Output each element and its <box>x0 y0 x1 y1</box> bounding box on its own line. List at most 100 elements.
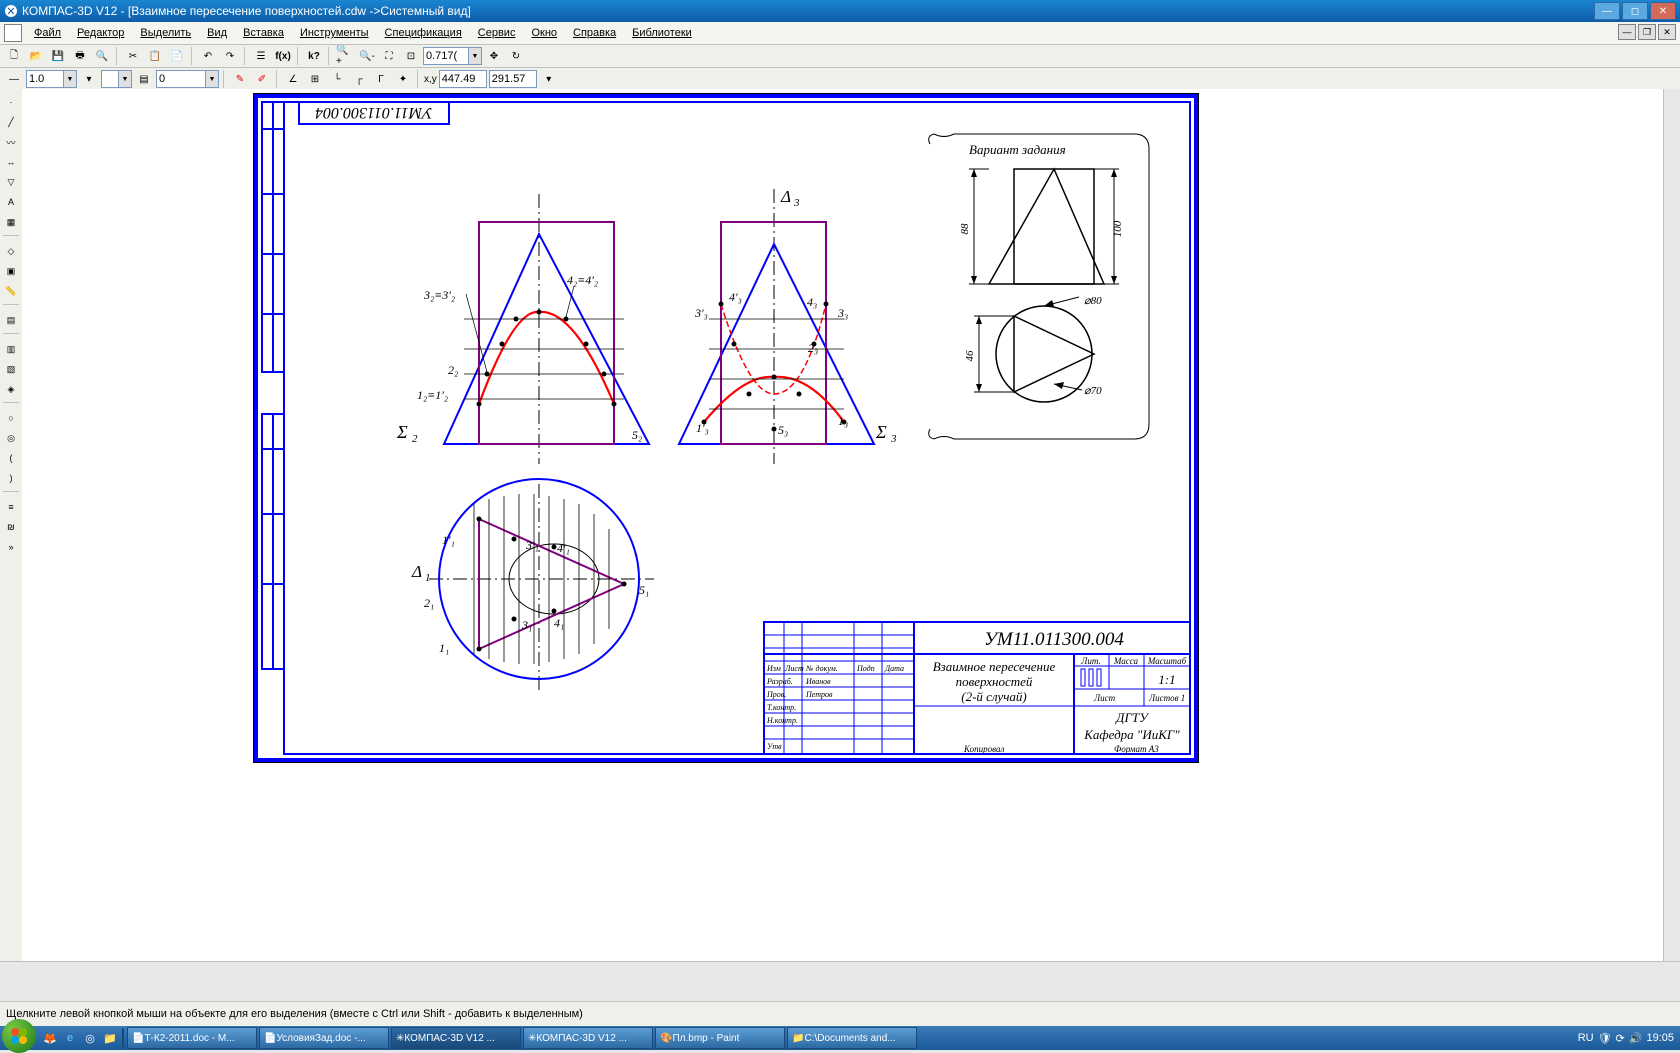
svg-text:3'₁: 3'₁ <box>525 538 539 552</box>
menu-service[interactable]: Сервис <box>470 25 524 41</box>
menu-select[interactable]: Выделить <box>132 25 199 41</box>
redo-icon[interactable]: ↷ <box>220 46 240 66</box>
layers-icon[interactable]: ▤ <box>134 69 154 89</box>
print-icon[interactable]: 🖶 <box>70 46 90 66</box>
title-doc: [Взаимное пересечение поверхностей.cdw -… <box>128 4 471 18</box>
ortho-icon[interactable]: └ <box>327 69 347 89</box>
table-tool-icon[interactable]: ▦ <box>2 213 20 231</box>
ql-chrome-icon[interactable]: ◎ <box>80 1029 100 1047</box>
save-icon[interactable]: 💾 <box>48 46 68 66</box>
layer-swatch-drop[interactable]: ▼ <box>119 70 132 88</box>
task-item[interactable]: ✳КОМПАС-3D V12 ... <box>391 1027 521 1049</box>
misc4-icon[interactable]: ) <box>2 469 20 487</box>
ql-ie-icon[interactable]: e <box>60 1029 80 1047</box>
help-icon[interactable]: k? <box>304 46 324 66</box>
edit-tool-icon[interactable]: ◇ <box>2 242 20 260</box>
tray-shield-icon[interactable]: 🛡 <box>1598 1032 1612 1045</box>
mdi-minimize[interactable]: — <box>1618 24 1636 40</box>
point-tool-icon[interactable]: · <box>2 93 20 111</box>
menu-tools[interactable]: Инструменты <box>292 25 377 41</box>
misc3-icon[interactable]: ( <box>2 449 20 467</box>
copy-icon[interactable]: 📋 <box>145 46 165 66</box>
task-item[interactable]: 📄Т-К2-2011.doc - M... <box>127 1027 257 1049</box>
preview-icon[interactable]: 🔍 <box>92 46 112 66</box>
eraser2-icon[interactable]: ✐ <box>252 69 272 89</box>
misc5-icon[interactable]: ≡ <box>2 498 20 516</box>
refresh-icon[interactable]: ↻ <box>506 46 526 66</box>
prop-icon[interactable]: ☰ <box>251 46 271 66</box>
rough-tool-icon[interactable]: ▽ <box>2 173 20 191</box>
ql-explorer-icon[interactable]: 📁 <box>100 1029 120 1047</box>
expand-icon[interactable]: » <box>2 538 20 556</box>
zoom-fit-icon[interactable]: ⊡ <box>401 46 421 66</box>
maximize-button[interactable]: ◻ <box>1622 2 1648 20</box>
tray-lang[interactable]: RU <box>1578 1032 1594 1044</box>
tray-volume-icon[interactable]: 🔊 <box>1629 1032 1643 1045</box>
misc6-icon[interactable]: ₪ <box>2 518 20 536</box>
cut-icon[interactable]: ✂ <box>123 46 143 66</box>
assoc-tool-icon[interactable]: ▤ <box>2 311 20 329</box>
dim-tool-icon[interactable]: ↔ <box>2 153 20 171</box>
coord-x[interactable] <box>439 70 487 88</box>
menu-file[interactable]: Файл <box>26 25 69 41</box>
report-tool-icon[interactable]: ▧ <box>2 360 20 378</box>
round-icon[interactable]: Г <box>371 69 391 89</box>
task-item[interactable]: 📄УсловияЗад.doc -... <box>259 1027 389 1049</box>
menu-view[interactable]: Вид <box>199 25 235 41</box>
local-sys-icon[interactable]: ┌ <box>349 69 369 89</box>
lineweight-dropdown[interactable]: ▼ <box>64 70 77 88</box>
zoom-in-icon[interactable]: 🔍+ <box>335 46 355 66</box>
coord-lock-icon[interactable]: ▾ <box>539 69 559 89</box>
measure-tool-icon[interactable]: 📏 <box>2 282 20 300</box>
close-button[interactable]: ✕ <box>1650 2 1676 20</box>
task-item[interactable]: 🎨Пл.bmp - Paint <box>655 1027 785 1049</box>
tray-update-icon[interactable]: ⟳ <box>1616 1032 1625 1045</box>
curve-tool-icon[interactable]: 〰 <box>2 133 20 151</box>
task-item[interactable]: ✳КОМПАС-3D V12 ... <box>523 1027 653 1049</box>
snap-grid-icon[interactable]: ⊞ <box>305 69 325 89</box>
zoom-window-icon[interactable]: ⛶ <box>379 46 399 66</box>
text-tool-icon[interactable]: A <box>2 193 20 211</box>
menu-insert[interactable]: Вставка <box>235 25 292 41</box>
zoom-input[interactable] <box>423 47 469 65</box>
mdi-restore[interactable]: ❐ <box>1638 24 1656 40</box>
coord-y[interactable] <box>489 70 537 88</box>
param-tool-icon[interactable]: ▣ <box>2 262 20 280</box>
menu-libs[interactable]: Библиотеки <box>624 25 700 41</box>
pan-icon[interactable]: ✥ <box>484 46 504 66</box>
eraser-icon[interactable]: ✎ <box>230 69 250 89</box>
minimize-button[interactable]: — <box>1594 2 1620 20</box>
lineweight-input[interactable] <box>26 70 64 88</box>
undo-icon[interactable]: ↶ <box>198 46 218 66</box>
mdi-close[interactable]: ✕ <box>1658 24 1676 40</box>
open-icon[interactable]: 📂 <box>26 46 46 66</box>
aux-icon[interactable]: ✦ <box>393 69 413 89</box>
layer-swatch[interactable] <box>101 70 119 88</box>
insert-tool-icon[interactable]: ◈ <box>2 380 20 398</box>
menu-spec[interactable]: Спецификация <box>377 25 470 41</box>
start-button[interactable] <box>2 1019 36 1053</box>
misc1-icon[interactable]: ○ <box>2 409 20 427</box>
new-icon[interactable]: 🗋 <box>4 46 24 66</box>
vscrollbar[interactable] <box>1663 89 1680 988</box>
task-item[interactable]: 📁C:\Documents and... <box>787 1027 917 1049</box>
zoom-dropdown[interactable]: ▼ <box>469 47 482 65</box>
layer-dropdown[interactable]: ▼ <box>206 70 219 88</box>
zoom-out-icon[interactable]: 🔍- <box>357 46 377 66</box>
var-icon[interactable]: f(x) <box>273 46 293 66</box>
menu-edit[interactable]: Редактор <box>69 25 132 41</box>
linestyle-icon[interactable]: — <box>4 69 24 89</box>
spec-tool-icon[interactable]: ▥ <box>2 340 20 358</box>
misc2-icon[interactable]: ◎ <box>2 429 20 447</box>
tray-clock[interactable]: 19:05 <box>1646 1032 1674 1044</box>
color-icon[interactable]: ▾ <box>79 69 99 89</box>
canvas[interactable]: УМ11.011300.004 <box>22 89 1680 1004</box>
menu-window[interactable]: Окно <box>523 25 565 41</box>
layer-input[interactable] <box>156 70 206 88</box>
line-tool-icon[interactable]: ╱ <box>2 113 20 131</box>
menu-help[interactable]: Справка <box>565 25 624 41</box>
snap-angle-icon[interactable]: ∠ <box>283 69 303 89</box>
ql-firefox-icon[interactable]: 🦊 <box>40 1029 60 1047</box>
paste-icon[interactable]: 📄 <box>167 46 187 66</box>
svg-text:Дата: Дата <box>884 664 904 673</box>
